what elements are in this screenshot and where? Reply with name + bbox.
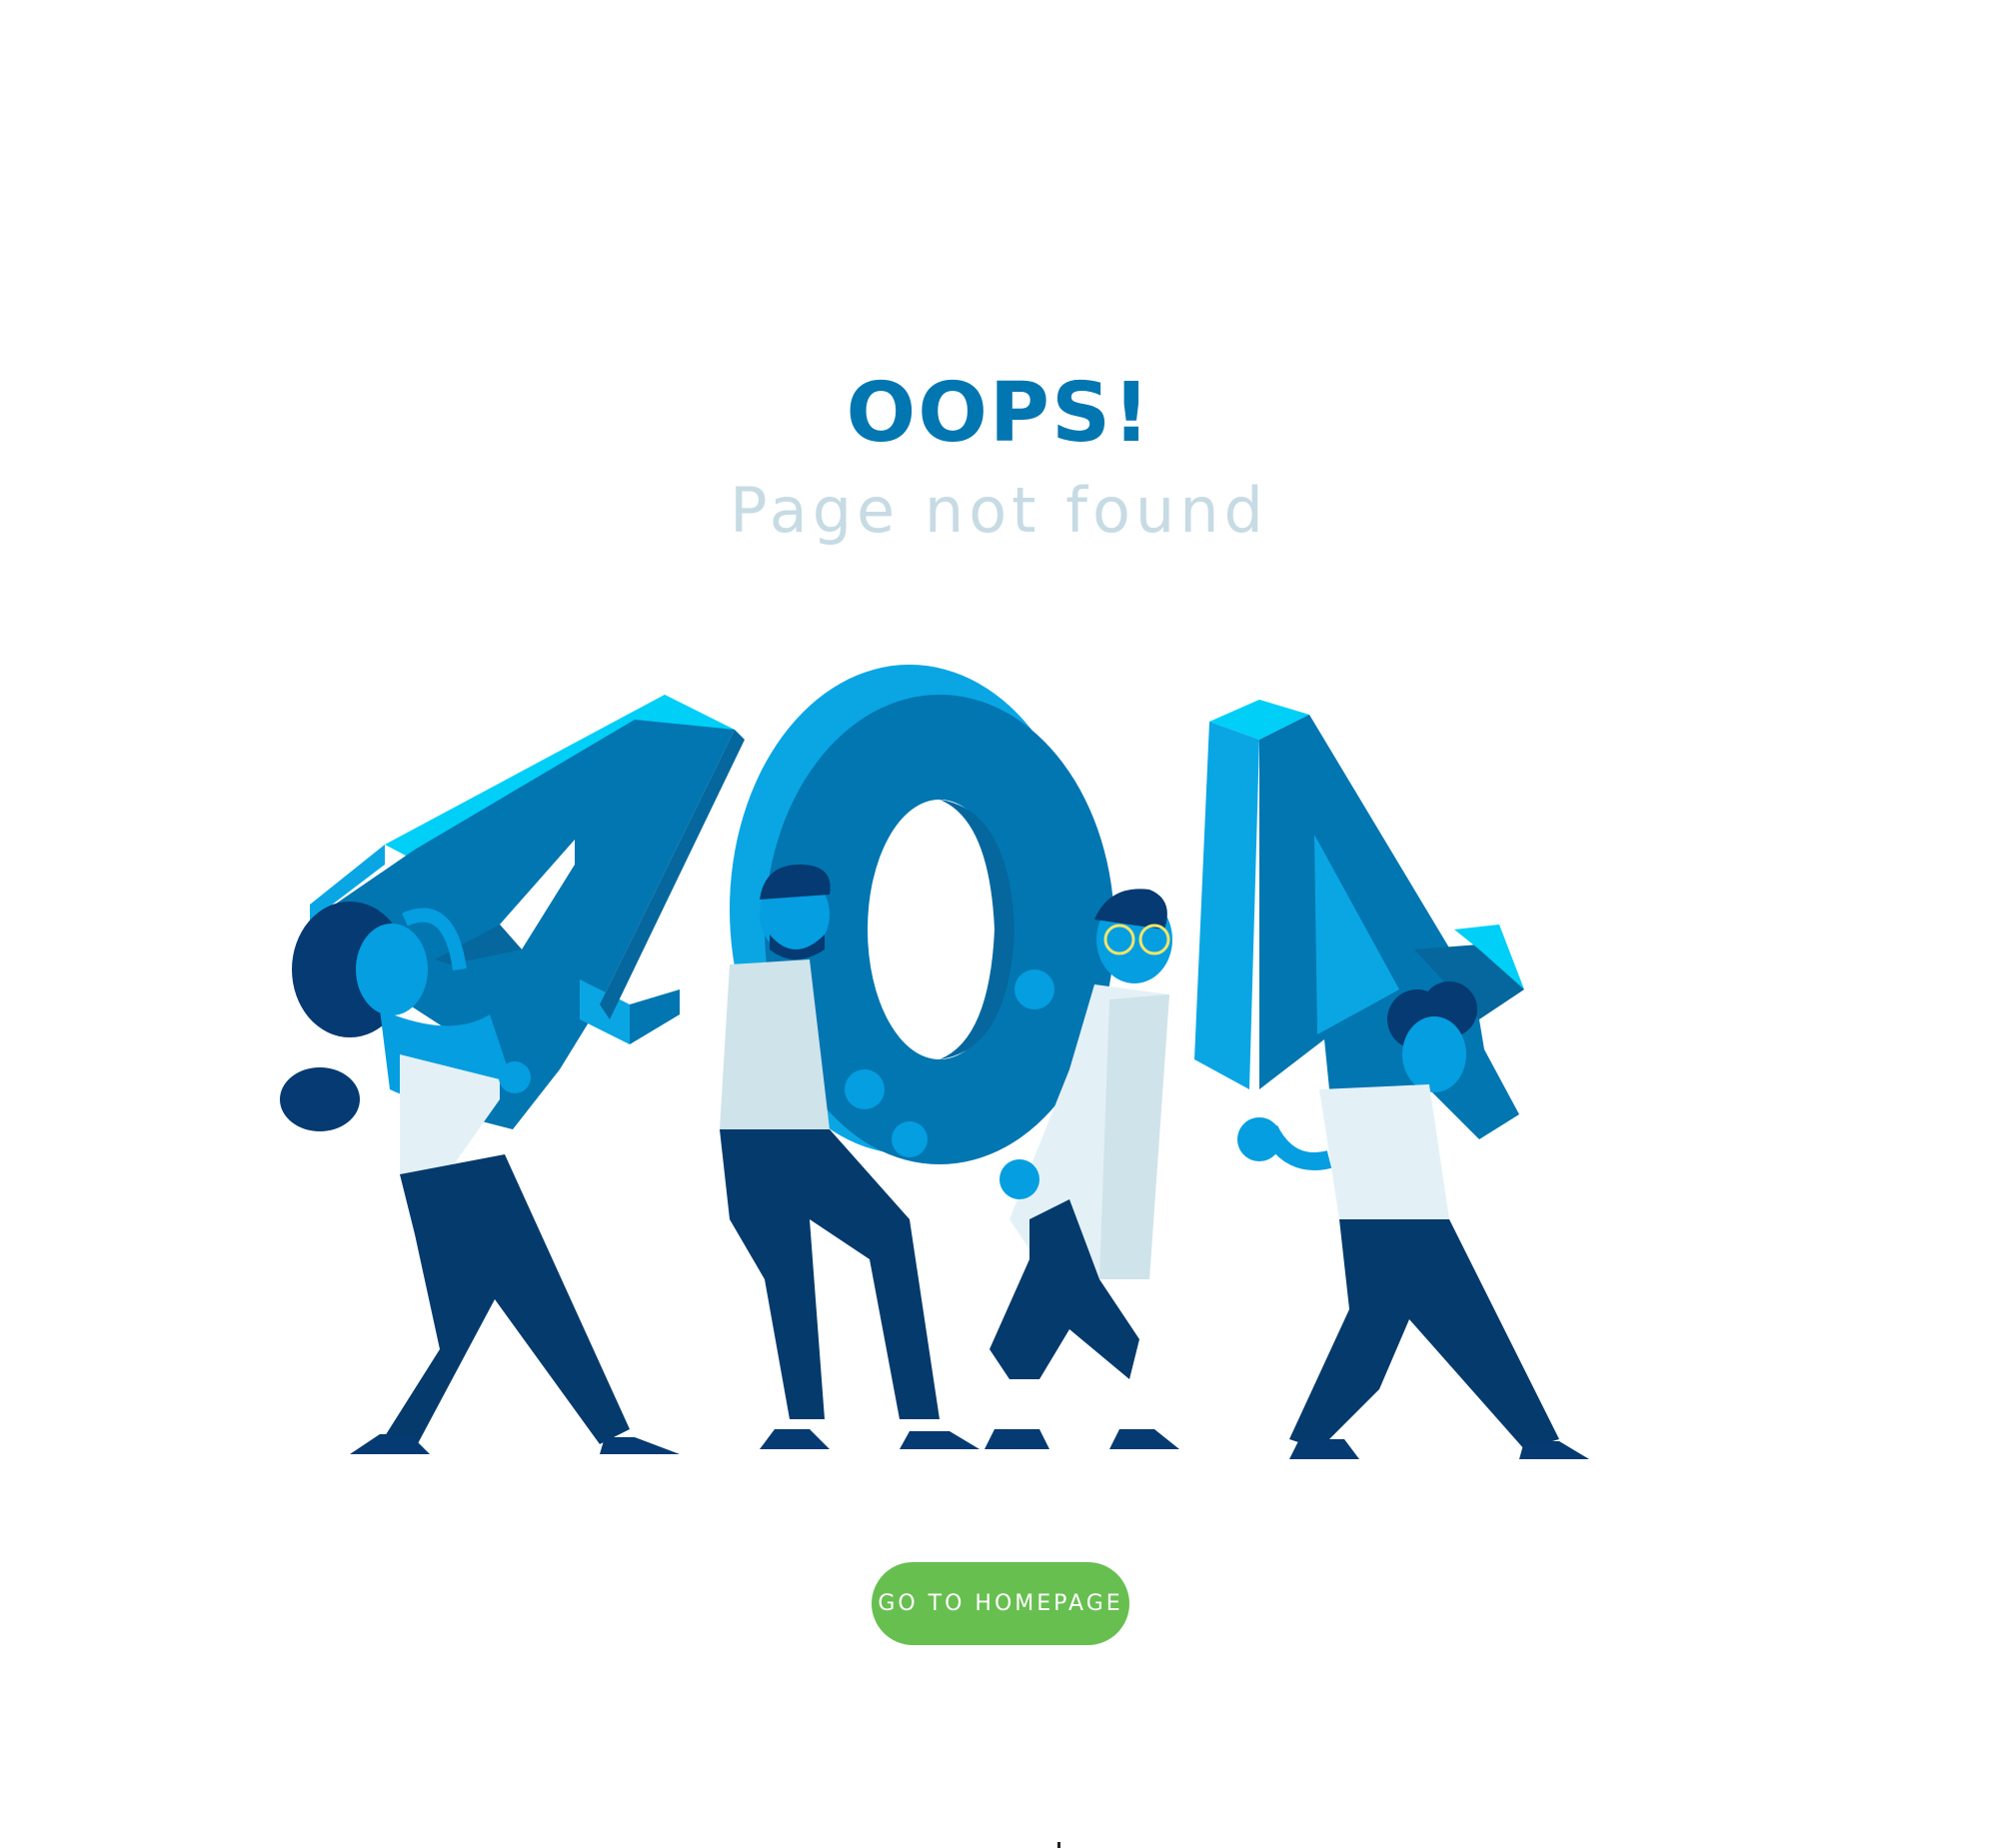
go-to-homepage-button[interactable]: GO TO HOMEPAGE [872, 1562, 1129, 1645]
page-subtitle: Page not found [730, 474, 1268, 547]
404-illustration [250, 660, 1749, 1459]
digit-four-right [1194, 700, 1524, 1139]
404-illustration-graphic [280, 665, 1589, 1459]
page-title: OOPS! [846, 365, 1152, 461]
cursor-icon [1057, 1842, 1060, 1848]
